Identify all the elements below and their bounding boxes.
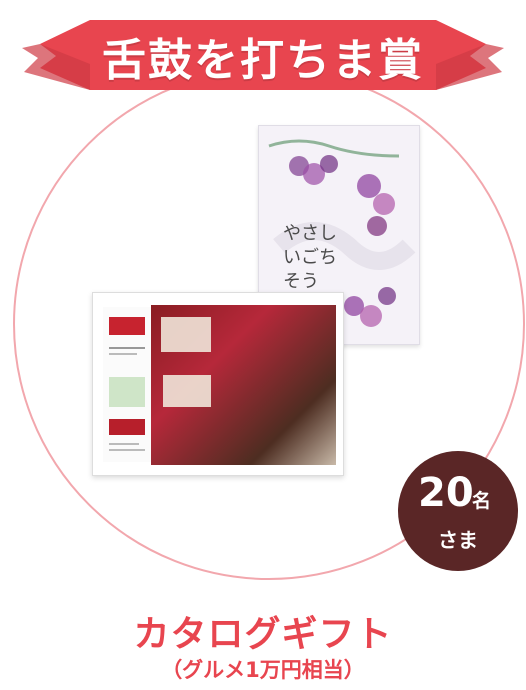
prize-note: （グルメ1万円相当） bbox=[161, 658, 365, 682]
catalog-spread bbox=[92, 292, 344, 476]
spread-left-content bbox=[109, 317, 145, 451]
winner-unit: 名 bbox=[472, 490, 492, 512]
spread-inset-photo bbox=[161, 317, 211, 352]
banner-ribbon: 舌鼓を打ちま賞 bbox=[0, 0, 526, 130]
winner-count-badge: 20 名 さま bbox=[398, 451, 518, 571]
spread-food-photo bbox=[151, 305, 336, 465]
catalog-cover-title: やさしいごちそう bbox=[283, 223, 337, 292]
spread-left-page bbox=[103, 307, 151, 462]
winner-honorific: さま bbox=[438, 528, 478, 552]
spread-inset-photo-2 bbox=[163, 375, 211, 407]
prize-name: カタログギフト bbox=[133, 614, 393, 655]
winner-count: 20 bbox=[418, 470, 474, 516]
banner-title: 舌鼓を打ちま賞 bbox=[102, 35, 424, 86]
